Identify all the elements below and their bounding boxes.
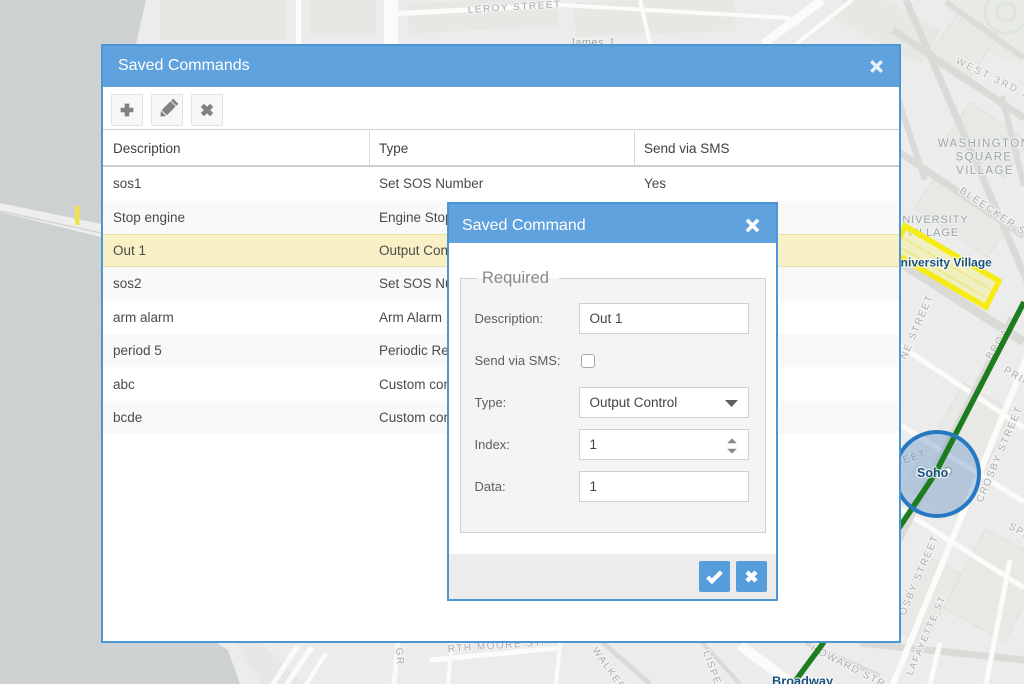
- svg-text:VILLAGE: VILLAGE: [956, 165, 1014, 177]
- svg-text:SQUARE: SQUARE: [956, 152, 1013, 164]
- svg-text:WASHINGTON: WASHINGTON: [938, 138, 1024, 150]
- svg-text:GR: GR: [393, 647, 406, 666]
- svg-text:University Village: University Village: [892, 256, 992, 270]
- svg-text:Broadway: Broadway: [772, 674, 834, 684]
- svg-text:Soho: Soho: [917, 466, 949, 480]
